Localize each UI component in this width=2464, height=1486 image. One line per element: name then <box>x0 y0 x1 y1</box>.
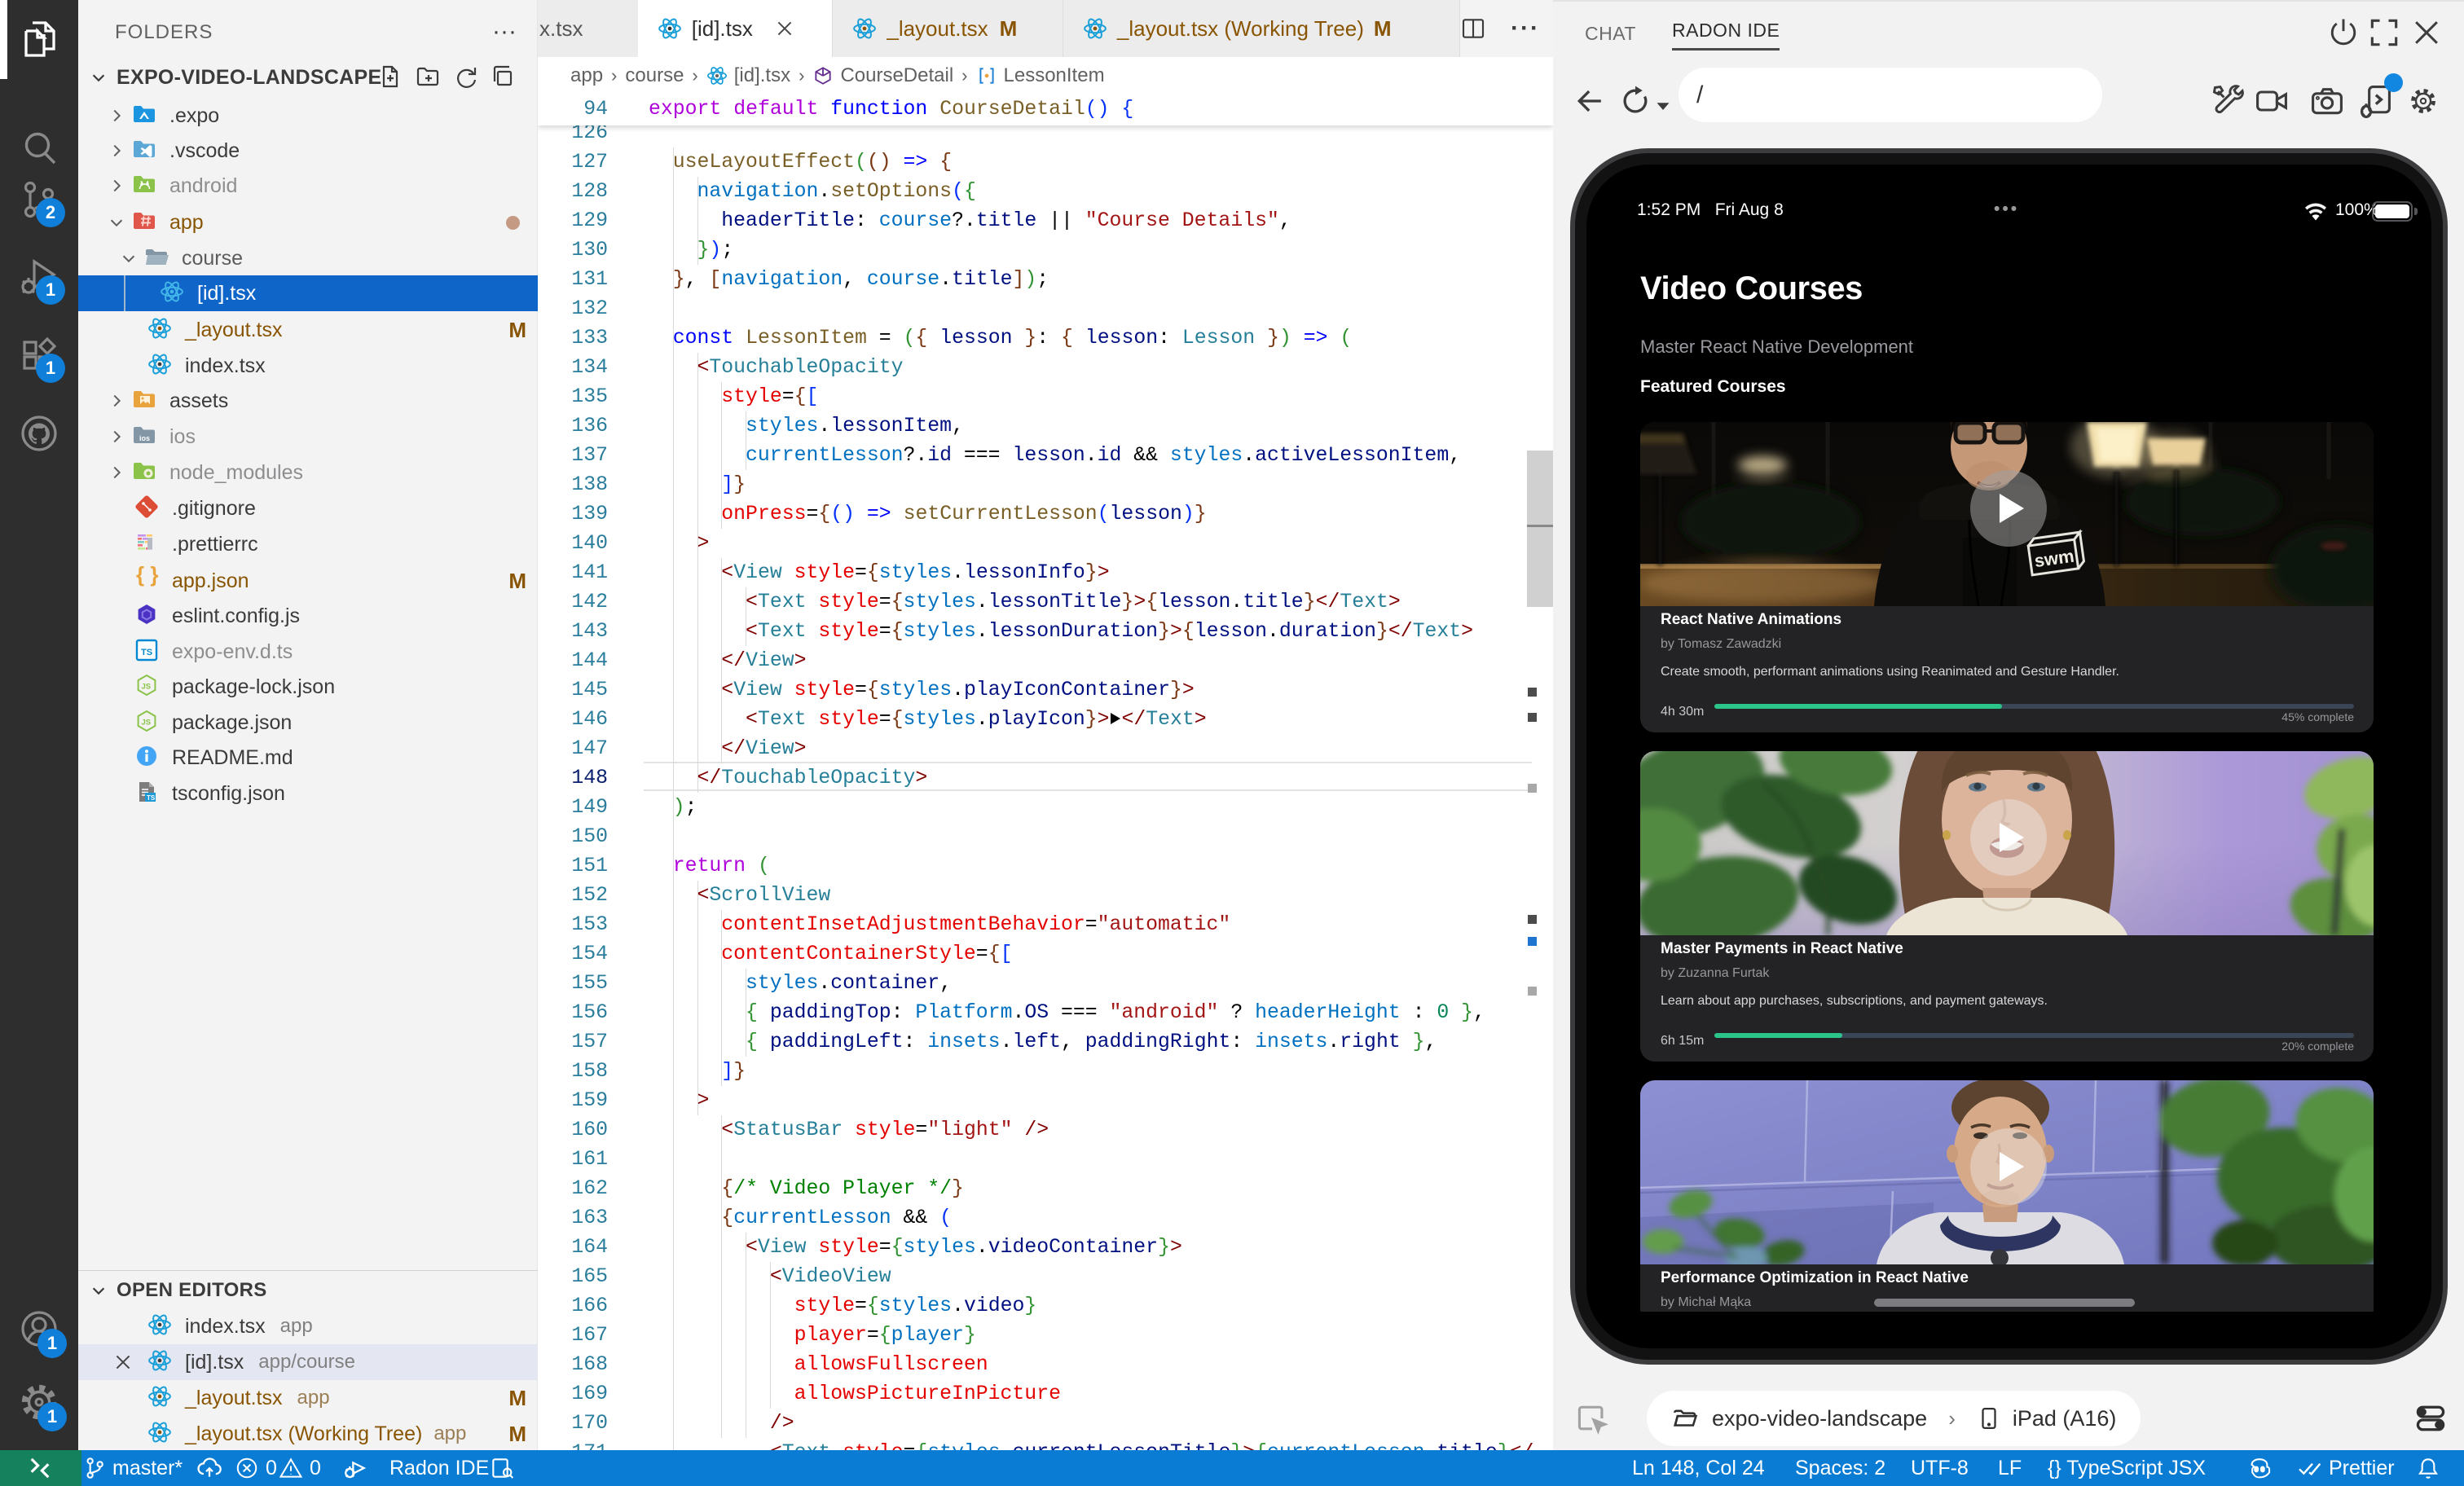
svg-text:JS: JS <box>142 683 152 692</box>
svg-text:JS: JS <box>142 719 152 728</box>
svg-text:ios: ios <box>139 434 150 442</box>
svg-text:TS: TS <box>147 794 156 802</box>
svg-text:TS: TS <box>141 648 152 657</box>
